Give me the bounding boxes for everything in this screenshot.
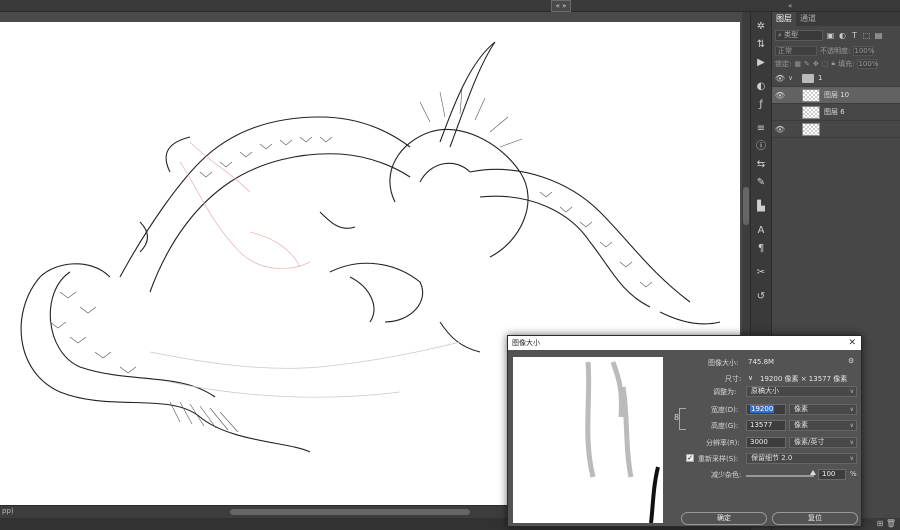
fit-to-select[interactable]: 原稿大小 ∨ bbox=[746, 386, 857, 397]
width-label: 宽度(D): bbox=[711, 406, 739, 414]
image-preview[interactable] bbox=[513, 357, 663, 523]
layer-group-row[interactable]: 👁︎ ∨ 1 bbox=[772, 70, 900, 87]
blend-mode-select[interactable]: 正常 bbox=[775, 45, 817, 56]
layer-name: 图层 10 bbox=[824, 91, 850, 99]
tab-channels[interactable]: 通道 bbox=[796, 12, 820, 26]
resolution-unit-select[interactable]: 像素/英寸 ∨ bbox=[789, 437, 857, 448]
layer-thumbnail bbox=[802, 88, 820, 102]
slider-thumb[interactable] bbox=[810, 470, 816, 475]
height-label: 高度(G): bbox=[711, 422, 739, 430]
layer-thumbnail bbox=[802, 105, 820, 119]
character-icon[interactable]: A bbox=[751, 222, 771, 240]
layer-thumbnail bbox=[802, 122, 820, 136]
blend-row: 正常 不透明度: 100% bbox=[772, 44, 900, 57]
lock-position-icon[interactable]: ✥ bbox=[813, 60, 819, 68]
resample-checkbox[interactable]: ✓ bbox=[686, 454, 694, 462]
lock-artboard-icon[interactable]: ⬚ bbox=[822, 60, 829, 68]
resample-method-select[interactable]: 保留细节 2.0 ∨ bbox=[746, 453, 857, 464]
reset-button[interactable]: 复位 bbox=[772, 512, 858, 525]
layer-row[interactable]: 👁︎ bbox=[772, 121, 900, 138]
image-filter-icon[interactable]: ▣ bbox=[826, 31, 835, 40]
type-filter-icon[interactable]: T bbox=[850, 31, 859, 40]
horizontal-scroll-thumb[interactable] bbox=[230, 509, 470, 515]
properties-icon[interactable]: ≡ bbox=[751, 120, 771, 138]
lock-pixels-icon[interactable]: ▦ bbox=[794, 60, 801, 68]
clone-source-icon[interactable]: ✎ bbox=[751, 174, 771, 192]
width-unit-select[interactable]: 像素 ∨ bbox=[789, 404, 857, 415]
trash-icon[interactable]: 🗑︎ bbox=[886, 519, 896, 528]
reduce-noise-input[interactable]: 100 bbox=[818, 469, 846, 480]
preview-artwork bbox=[585, 361, 660, 523]
layer-name: 图层 6 bbox=[824, 108, 845, 116]
gear-icon[interactable]: ⚙ bbox=[848, 357, 854, 365]
constrain-proportions-link[interactable] bbox=[679, 408, 686, 430]
folder-icon bbox=[802, 73, 814, 83]
eye-icon[interactable]: 👁︎ bbox=[772, 125, 788, 134]
reduce-noise-label: 减少杂色: bbox=[711, 471, 742, 479]
top-bar: « » « bbox=[0, 0, 900, 12]
dimensions-value: 19200 像素 × 13577 像素 bbox=[760, 375, 848, 383]
height-input[interactable]: 13577 bbox=[746, 420, 786, 431]
adjust-icon[interactable]: ⇅ bbox=[751, 36, 771, 54]
smart-object-filter-icon[interactable]: ▤ bbox=[874, 31, 883, 40]
lock-paint-icon[interactable]: ✎ bbox=[804, 60, 810, 68]
panel-tabs: 图层 通道 bbox=[772, 12, 900, 26]
lock-row: 锁定: ▦ ✎ ✥ ⬚ 🔒︎ 填充: 100% bbox=[772, 57, 900, 70]
fill-input[interactable]: 100% bbox=[857, 58, 878, 69]
layer-row[interactable]: 图层 6 bbox=[772, 104, 900, 121]
color-icon[interactable]: ◐ bbox=[751, 78, 771, 96]
adjustment-filter-icon[interactable]: ◐ bbox=[838, 31, 847, 40]
ok-button[interactable]: 确定 bbox=[681, 512, 767, 525]
opacity-label: 不透明度: bbox=[820, 46, 851, 55]
fx-icon[interactable]: ƒ bbox=[751, 96, 771, 114]
height-unit-select[interactable]: 像素 ∨ bbox=[789, 420, 857, 431]
dialog-title-bar[interactable]: 图像大小 ✕ bbox=[508, 336, 861, 350]
resolution-input[interactable]: 3000 bbox=[746, 437, 786, 448]
chevron-down-icon[interactable]: ∨ bbox=[748, 374, 753, 382]
lock-label: 锁定: bbox=[775, 59, 792, 68]
close-icon[interactable]: ✕ bbox=[848, 336, 856, 350]
arrange-documents-button[interactable]: « » bbox=[551, 0, 571, 12]
paragraph-icon[interactable]: ¶ bbox=[751, 240, 771, 258]
tab-layers[interactable]: 图层 bbox=[772, 12, 796, 26]
shape-filter-icon[interactable]: ⬚ bbox=[862, 31, 871, 40]
tools-icon[interactable]: ✂ bbox=[751, 264, 771, 282]
image-size-label: 图像大小: bbox=[708, 359, 739, 367]
brush-settings-icon[interactable]: ⇆ bbox=[751, 156, 771, 174]
eye-icon[interactable]: 👁︎ bbox=[772, 74, 788, 83]
settings-icon[interactable]: ✲ bbox=[751, 18, 771, 36]
reduce-noise-slider[interactable] bbox=[746, 475, 814, 477]
new-layer-icon[interactable]: ⊞ bbox=[877, 519, 884, 528]
layer-filter-select[interactable]: ⌕ 类型 bbox=[775, 29, 823, 41]
percent-unit: % bbox=[850, 470, 857, 478]
image-size-dialog: 图像大小 ✕ 图像大小: 745.8M ⚙ 尺寸: ∨ 19200 像素 × 1… bbox=[507, 335, 862, 527]
dimensions-label: 尺寸: bbox=[725, 375, 742, 383]
image-size-value: 745.8M bbox=[748, 358, 775, 366]
fit-to-label: 调整为: bbox=[713, 388, 737, 396]
histogram-icon[interactable]: ▙ bbox=[751, 198, 771, 216]
info-icon[interactable]: ⓘ bbox=[751, 138, 771, 156]
history-icon[interactable]: ↺ bbox=[751, 288, 771, 306]
lock-all-icon[interactable]: 🔒︎ bbox=[831, 59, 835, 68]
layer-filter-bar: ⌕ 类型 ▣ ◐ T ⬚ ▤ bbox=[772, 26, 900, 44]
zoom-readout: pp) bbox=[2, 507, 14, 515]
vertical-scroll-thumb[interactable] bbox=[743, 187, 749, 225]
layer-row[interactable]: 👁︎ 图层 10 bbox=[772, 87, 900, 104]
resample-label: 重新采样(S): bbox=[698, 455, 739, 463]
eye-icon[interactable]: 👁︎ bbox=[772, 91, 788, 100]
collapse-panels-icon[interactable]: « bbox=[788, 0, 792, 12]
dialog-title: 图像大小 bbox=[512, 339, 540, 347]
layer-name: 1 bbox=[818, 74, 823, 82]
width-input[interactable]: 19200 bbox=[746, 404, 786, 415]
fill-label: 填充: bbox=[838, 59, 855, 68]
resolution-label: 分辨率(R): bbox=[706, 439, 740, 447]
link-icon[interactable]: 8 bbox=[674, 413, 679, 422]
chevron-down-icon[interactable]: ∨ bbox=[788, 74, 798, 82]
opacity-input[interactable]: 100% bbox=[853, 45, 874, 56]
play-icon[interactable]: ▶ bbox=[751, 54, 771, 72]
